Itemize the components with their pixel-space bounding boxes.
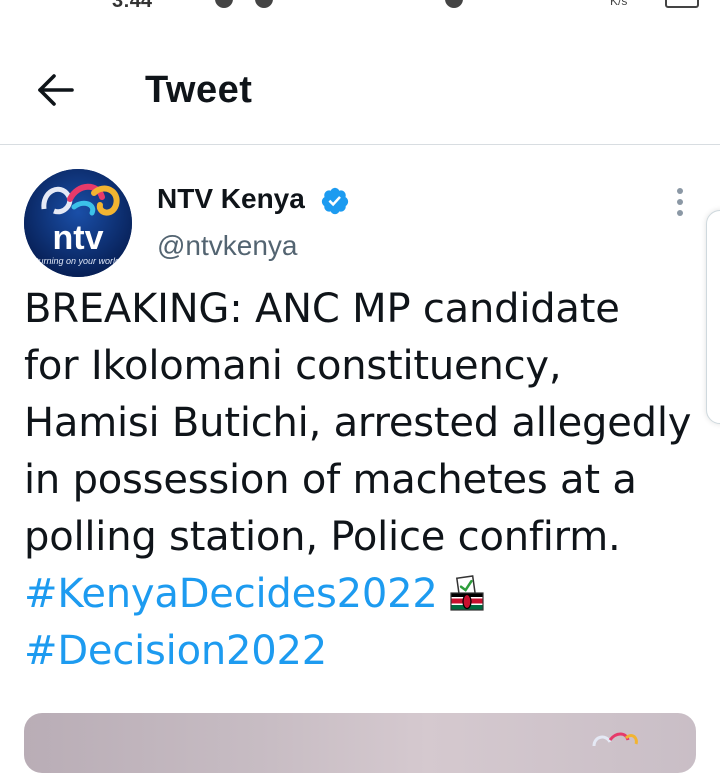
tweet-text-line: polling station, Police confirm.	[24, 514, 621, 560]
top-app-bar: Tweet	[0, 0, 720, 145]
tweet-text-line: in possession of machetes at a	[24, 457, 637, 503]
side-panel-handle[interactable]	[706, 210, 720, 424]
author-handle[interactable]: @ntvkenya	[157, 230, 298, 262]
back-button[interactable]	[30, 66, 82, 114]
ntv-watermark-logo	[592, 732, 638, 747]
avatar-logo-text: ntv	[53, 219, 104, 257]
tweet-text-line: for Ikolomani constituency,	[24, 343, 562, 389]
page-title: Tweet	[145, 69, 253, 111]
more-vertical-icon	[677, 188, 683, 194]
tweet-text-line: BREAKING: ANC MP candidate	[24, 286, 620, 332]
verified-badge-icon	[321, 187, 349, 215]
hashtag-decision2022[interactable]: #Decision2022	[24, 628, 327, 674]
author-name[interactable]: NTV Kenya	[157, 183, 305, 215]
avatar-tagline: turning on your world	[36, 256, 121, 266]
tweet-body: BREAKING: ANC MP candidate for Ikolomani…	[24, 281, 704, 680]
more-options-button[interactable]	[664, 184, 696, 220]
hashtag-line: #Decision2022	[24, 623, 704, 680]
tweet-text-line: Hamisi Butichi, arrested allegedly	[24, 400, 692, 446]
ballot-box-kenya-flag-icon	[450, 575, 484, 611]
ntv-logo: ntv turning on your world	[24, 169, 132, 277]
arrow-left-icon	[38, 74, 74, 106]
hashtag-kenyadecides2022[interactable]: #KenyaDecides2022	[24, 571, 438, 617]
hashtag-line: #KenyaDecides2022	[24, 566, 704, 623]
avatar[interactable]: ntv turning on your world	[24, 169, 132, 277]
